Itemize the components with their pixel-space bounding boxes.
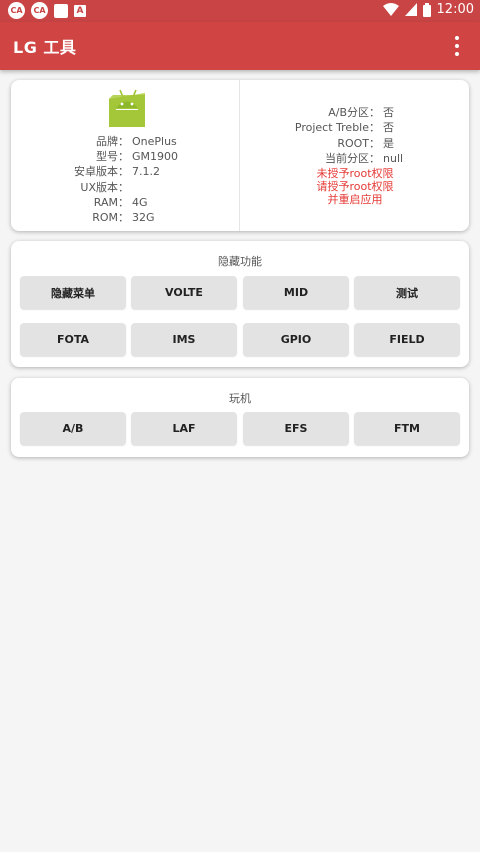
root-warning-line: 未授予root权限 [316,167,394,180]
info-row-android-version: 安卓版本： 7.1.2 [74,165,160,179]
wifi-icon [382,3,399,16]
info-row-rom: ROM： 32G [92,210,155,224]
laf-button[interactable]: LAF [131,412,237,445]
hidden-menu-button[interactable]: 隐藏菜单 [20,276,126,309]
field-button[interactable]: FIELD [354,323,460,356]
info-row-ux-version: UX版本： [80,180,129,194]
gpio-button[interactable]: GPIO [243,323,349,356]
a-icon: A [74,4,86,17]
ftm-button[interactable]: FTM [354,412,460,445]
mid-button[interactable]: MID [243,276,349,309]
hidden-features-title: 隐藏功能 [218,255,262,268]
device-info-list: 品牌： OnePlus 型号： GM1900 安卓版本： 7.1.2 UX版本： RA… [11,134,239,225]
app-title: LG 工具 [13,38,77,57]
more-vert-icon[interactable] [454,36,460,56]
fota-button[interactable]: FOTA [20,323,126,356]
volte-button[interactable]: VOLTE [131,276,237,309]
white-square-icon [54,3,68,18]
efs-button[interactable]: EFS [243,412,349,445]
ab-button[interactable]: A/B [20,412,126,445]
android-icon [109,89,145,127]
hidden-features-card: 隐藏功能 隐藏菜单 VOLTE MID 测试 FOTA IMS GPIO FIE… [11,241,469,367]
info-row-project-treble: Project Treble：否 [294,121,394,135]
signal-icon [404,3,417,16]
info-row-current-partition: 当前分区： null [325,151,404,165]
system-info-list: A/B分区：否 Project Treble：否 ROOT：是 当前分区： nul… [240,105,469,166]
status-bar: CA CA A 12:00 [0,0,480,22]
ca-icon: CA [31,2,48,19]
status-time: 12:00 [436,2,474,17]
root-warning: 未授予root权限 请授予root权限 并重启应用 [240,167,470,206]
info-row-ab-partition: A/B分区：否 [328,106,394,119]
battery-icon [422,2,431,17]
info-row-ram: RAM： 4G [93,195,148,209]
root-warning-line: 请授予root权限 [316,180,394,193]
device-info-card: 品牌： OnePlus 型号： GM1900 安卓版本： 7.1.2 UX版本： RA… [11,80,469,231]
play-title: 玩机 [229,392,251,405]
ims-button[interactable]: IMS [131,323,237,356]
status-right-icons: 12:00 [382,2,474,17]
play-card: 玩机 A/B LAF EFS FTM [11,378,469,457]
status-left-icons: CA CA A [8,2,86,19]
info-row-root: ROOT：是 [337,136,394,150]
ca-icon: CA [8,2,25,19]
root-warning-line: 并重启应用 [327,193,383,206]
info-row-model: 型号： GM1900 [96,150,179,164]
app-bar: LG 工具 [0,22,480,70]
test-button[interactable]: 测试 [354,276,460,309]
info-row-brand: 品牌： OnePlus [96,135,177,148]
